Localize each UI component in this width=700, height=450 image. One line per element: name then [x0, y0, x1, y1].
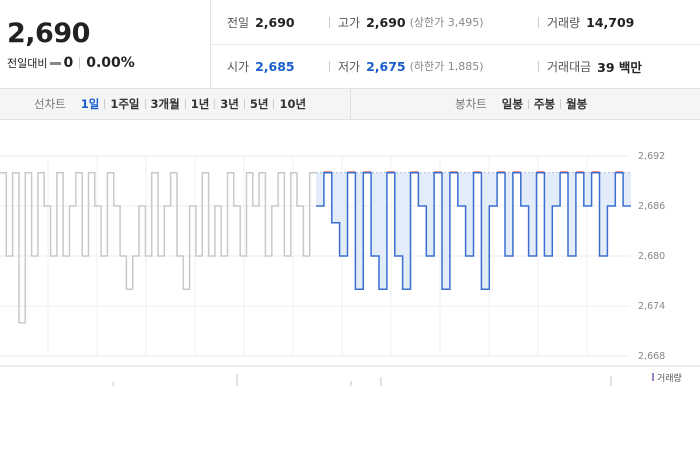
tab-weekly[interactable]: 주봉 — [529, 96, 560, 112]
open-cell: 시가 2,685 — [227, 44, 295, 88]
candle-chart-title: 봉차트 — [455, 97, 487, 111]
line-chart-title: 선차트 — [34, 97, 66, 111]
volume-label: 거래량 — [547, 15, 581, 30]
tab-3y[interactable]: 3년 — [215, 96, 244, 112]
open-value: 2,685 — [255, 58, 295, 74]
divider — [329, 16, 330, 28]
previous-day-line — [0, 171, 316, 324]
tab-daily[interactable]: 일봉 — [497, 96, 528, 112]
divider — [538, 16, 539, 28]
prev-close-cell: 전일 2,690 — [227, 0, 295, 44]
divider — [329, 60, 330, 72]
tab-10y[interactable]: 10년 — [274, 96, 311, 112]
upper-limit-value: (상한가 3,495) — [409, 16, 484, 29]
tab-5y[interactable]: 5년 — [245, 96, 274, 112]
line-chart-tabs: 선차트 1일 1주일 3개월 1년 3년 5년 10년 — [34, 89, 311, 119]
amount-label: 거래대금 — [547, 59, 592, 74]
tab-1y[interactable]: 1년 — [186, 96, 215, 112]
volume-cell: 거래량 14,709 — [538, 0, 634, 44]
tab-group-divider — [350, 89, 351, 119]
y-axis-labels: 2,692 2,686 2,680 2,674 2,668 — [638, 151, 665, 362]
today-price-line — [316, 171, 631, 291]
candle-chart-tabs: 봉차트 일봉 주봉 월봉 — [455, 89, 592, 119]
volume-ticks — [112, 374, 612, 386]
volume-legend-label: 거래량 — [657, 372, 682, 384]
low-label: 저가 — [338, 59, 361, 74]
chart-period-tabs: 선차트 1일 1주일 3개월 1년 3년 5년 10년 봉차트 일봉 주봉 월봉 — [0, 89, 700, 120]
quote-details-row: 전일 2,690 고가 2,690 (상한가 3,495) 거래량 14,709 — [211, 0, 700, 45]
y-tick-label: 2,668 — [638, 351, 665, 362]
tab-monthly[interactable]: 월봉 — [561, 96, 592, 112]
tab-3m[interactable]: 3개월 — [146, 96, 185, 112]
prev-close-value: 2,690 — [255, 14, 295, 30]
open-label: 시가 — [227, 59, 250, 74]
high-label: 고가 — [338, 15, 361, 30]
low-cell: 저가 2,675 (하한가 1,885) — [329, 44, 484, 88]
current-price: 2,690 — [7, 18, 90, 49]
tab-1w[interactable]: 1주일 — [105, 96, 144, 112]
volume-legend-swatch — [652, 373, 654, 381]
intraday-price-chart: 2,692 2,686 2,680 2,674 2,668 거래량 — [0, 151, 700, 386]
price-change: 전일대비 0 0.00% — [7, 55, 135, 71]
quote-details-row: 시가 2,685 저가 2,675 (하한가 1,885) 거래대금 39 백만 — [211, 44, 700, 88]
price-summary: 2,690 전일대비 0 0.00% — [0, 0, 211, 88]
amount-value: 39 백만 — [597, 59, 642, 75]
change-label: 전일대비 — [7, 57, 48, 70]
change-value: 0 — [63, 55, 74, 71]
volume-value: 14,709 — [586, 14, 635, 30]
amount-cell: 거래대금 39 백만 — [538, 44, 642, 88]
low-value: 2,675 — [366, 58, 406, 74]
high-value: 2,690 — [366, 14, 406, 30]
divider — [538, 60, 539, 72]
y-tick-label: 2,680 — [638, 251, 665, 262]
prev-close-label: 전일 — [227, 15, 250, 30]
flat-change-icon — [50, 61, 62, 65]
quote-header: 2,690 전일대비 0 0.00% 전일 2,690 고가 2,690 (상한… — [0, 0, 700, 89]
tab-1d[interactable]: 1일 — [76, 96, 105, 112]
quote-details: 전일 2,690 고가 2,690 (상한가 3,495) 거래량 14,709… — [211, 0, 700, 88]
y-tick-label: 2,692 — [638, 151, 665, 162]
y-tick-label: 2,686 — [638, 201, 665, 212]
lower-limit-value: (하한가 1,885) — [409, 60, 484, 73]
y-tick-label: 2,674 — [638, 301, 665, 312]
change-percent: 0.00% — [86, 55, 135, 71]
high-cell: 고가 2,690 (상한가 3,495) — [329, 0, 484, 44]
divider — [79, 57, 81, 69]
